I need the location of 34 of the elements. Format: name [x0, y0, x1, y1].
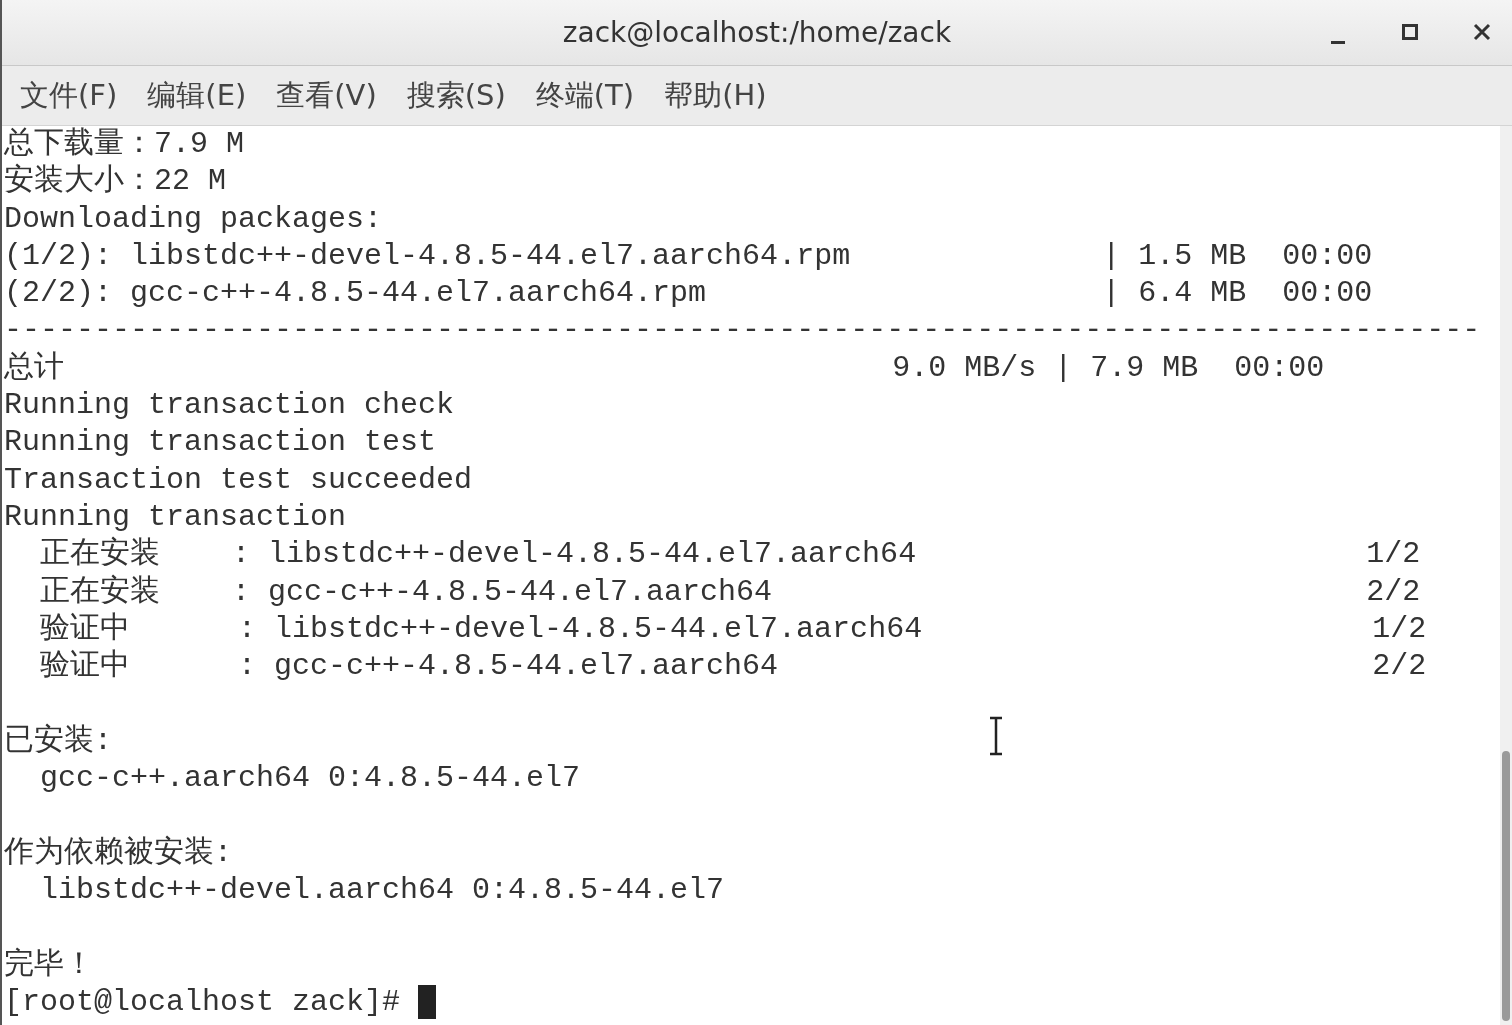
terminal-line: Running transaction test: [4, 425, 437, 460]
terminal-line: Transaction test succeeded: [4, 462, 473, 497]
window-title: zack@localhost:/home/zack: [562, 16, 952, 49]
menu-item[interactable]: 编辑(E): [137, 71, 257, 120]
shell-prompt: [root@localhost zack]#: [4, 984, 401, 1019]
terminal-line: 安装大小：22 M: [4, 164, 226, 199]
terminal-line: 验证中 : gcc-c++-4.8.5-44.el7.aarch64 2/2: [39, 649, 1427, 684]
minimize-icon: [1331, 40, 1345, 44]
terminal-line: ----------------------------------------------------------------------------------: [4, 313, 1481, 348]
terminal-line: 已安装:: [4, 723, 112, 758]
scrollbar-thumb[interactable]: [1502, 751, 1510, 1021]
terminal-cursor: [418, 984, 437, 1019]
terminal-line: (2/2): gcc-c++-4.8.5-44.el7.aarch64.rpm | 6.4 MB 00:00: [4, 276, 1373, 311]
terminal-line: 总下载量：7.9 M: [4, 127, 244, 161]
menu-item[interactable]: 搜索(S): [396, 71, 516, 120]
terminal-line: 完毕！: [4, 947, 94, 982]
terminal-line: Running transaction: [4, 499, 347, 534]
terminal-line: 总计 9.0 MB/s | 7.9 MB 00:00: [4, 350, 1325, 385]
terminal-line: libstdc++-devel.aarch64 0:4.8.5-44.el7: [39, 872, 725, 907]
terminal-line: Downloading packages:: [4, 201, 383, 236]
terminal-line: 正在安装 : libstdc++-devel-4.8.5-44.el7.aarch64 1/2: [39, 537, 1421, 572]
terminal-line: Running transaction check: [4, 388, 455, 423]
menu-item[interactable]: 终端(T): [525, 71, 645, 120]
terminal-line: 正在安装 : gcc-c++-4.8.5-44.el7.aarch64 2/2: [39, 574, 1421, 609]
menu-item[interactable]: 文件(F): [10, 71, 128, 120]
menu-item[interactable]: 查看(V): [266, 71, 387, 120]
maximize-icon: [1401, 23, 1419, 41]
text-cursor-icon: [988, 716, 1004, 756]
terminal-line: (1/2): libstdc++-devel-4.8.5-44.el7.aarch64.rpm | 1.5 MB 00:00: [4, 238, 1373, 273]
terminal-line: 验证中 : libstdc++-devel-4.8.5-44.el7.aarch64 1/2: [39, 611, 1427, 646]
menu-item[interactable]: 帮助(H): [654, 71, 777, 120]
terminal-line: gcc-c++.aarch64 0:4.8.5-44.el7: [39, 761, 581, 796]
terminal-line: 作为依赖被安装:: [4, 835, 232, 870]
close-icon: [1473, 23, 1491, 41]
